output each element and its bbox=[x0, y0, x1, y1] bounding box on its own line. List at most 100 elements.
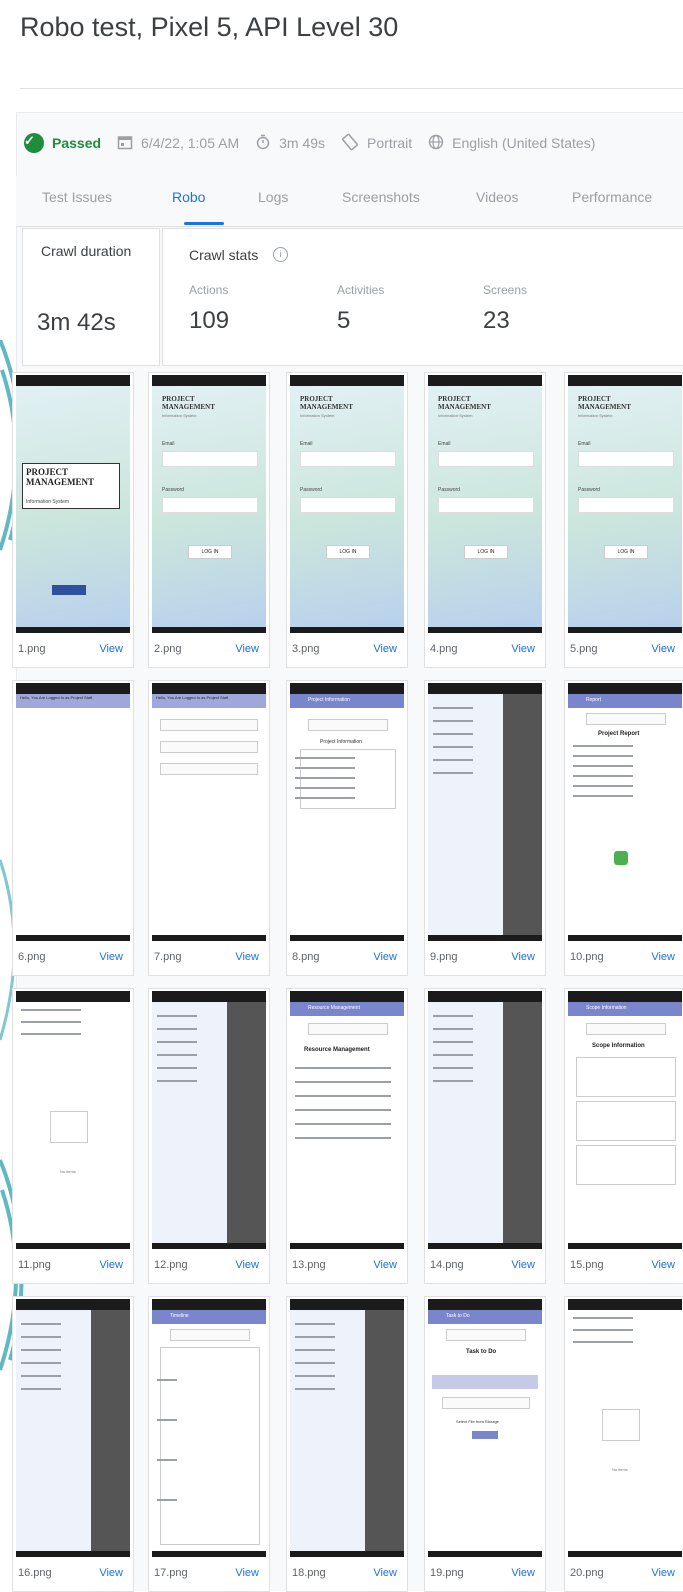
screenshot-image[interactable]: No items bbox=[16, 991, 130, 1249]
view-link[interactable]: View bbox=[99, 1259, 123, 1271]
actions-label: Actions bbox=[189, 283, 229, 297]
screenshot-image[interactable]: Resource Management Resource Management bbox=[290, 991, 404, 1249]
calendar-icon bbox=[117, 134, 133, 153]
page-title: Robo test, Pixel 5, API Level 30 bbox=[20, 12, 399, 42]
status-bar: ✓ Passed 6/4/22, 1:05 AM 3m 49s Portrait… bbox=[24, 128, 611, 158]
view-link[interactable]: View bbox=[235, 1567, 259, 1579]
globe-icon bbox=[428, 134, 444, 153]
view-link[interactable]: View bbox=[235, 951, 259, 963]
screenshot-image[interactable]: PROJECT MANAGEMENT Information System Emai… bbox=[428, 375, 542, 633]
view-link[interactable]: View bbox=[373, 951, 397, 963]
screenshot-image[interactable] bbox=[290, 1299, 404, 1557]
screenshot-filename: 19.png bbox=[430, 1567, 464, 1579]
screenshot-image[interactable]: PROJECT MANAGEMENT Information System Emai… bbox=[152, 375, 266, 633]
screens-label: Screens bbox=[483, 283, 528, 297]
crawl-stats-card: Crawl stats i Actions 109 Activities 5 S… bbox=[162, 228, 683, 366]
view-link[interactable]: View bbox=[651, 643, 675, 655]
view-link[interactable]: View bbox=[511, 951, 535, 963]
status-locale: English (United States) bbox=[428, 134, 595, 153]
screenshot-image[interactable]: Project Information Project Information bbox=[290, 683, 404, 941]
screenshot-card[interactable]: 9.png View bbox=[424, 680, 546, 976]
screenshot-card[interactable]: Hello, You Are Logged In as Project Staf… bbox=[148, 680, 270, 976]
screenshot-filename: 15.png bbox=[570, 1259, 604, 1271]
crawl-duration-value: 3m 42s bbox=[37, 309, 116, 336]
screenshot-image[interactable] bbox=[152, 991, 266, 1249]
view-link[interactable]: View bbox=[235, 643, 259, 655]
tab-test-issues[interactable]: Test Issues bbox=[42, 189, 112, 205]
crawl-duration-label: Crawl duration bbox=[41, 243, 132, 259]
screenshot-card[interactable]: Scope Information Scope Information 15.png… bbox=[564, 988, 683, 1284]
view-link[interactable]: View bbox=[99, 951, 123, 963]
screenshot-card[interactable]: Project Information Project Information 8.… bbox=[286, 680, 408, 976]
screenshot-image[interactable]: Hello, You Are Logged In as Project Staf… bbox=[16, 683, 130, 941]
screenshot-filename: 18.png bbox=[292, 1567, 326, 1579]
view-link[interactable]: View bbox=[511, 1259, 535, 1271]
screenshot-filename: 14.png bbox=[430, 1259, 464, 1271]
screenshot-card[interactable]: Hello, You Are Logged In as Project Staf… bbox=[12, 680, 134, 976]
screenshot-image[interactable]: Timeline bbox=[152, 1299, 266, 1557]
active-tab-indicator bbox=[184, 222, 224, 225]
screenshot-card[interactable]: PROJECT MANAGEMENT Information System Emai… bbox=[424, 372, 546, 668]
screenshot-filename: 17.png bbox=[154, 1567, 188, 1579]
screenshot-card[interactable]: Timeline 17.png View bbox=[148, 1296, 270, 1592]
screenshot-card[interactable]: 14.png View bbox=[424, 988, 546, 1284]
screenshot-filename: 1.png bbox=[18, 643, 46, 655]
tab-performance[interactable]: Performance bbox=[572, 189, 652, 205]
screenshot-filename: 9.png bbox=[430, 951, 458, 963]
screenshot-filename: 20.png bbox=[570, 1567, 604, 1579]
screenshot-card[interactable]: PROJECT MANAGEMENT Information System Emai… bbox=[148, 372, 270, 668]
status-duration-text: 3m 49s bbox=[279, 135, 326, 151]
view-link[interactable]: View bbox=[373, 1259, 397, 1271]
status-date-text: 6/4/22, 1:05 AM bbox=[141, 135, 240, 151]
status-result: Passed bbox=[52, 135, 102, 151]
view-link[interactable]: View bbox=[651, 951, 675, 963]
screenshot-filename: 5.png bbox=[570, 643, 598, 655]
tab-logs[interactable]: Logs bbox=[258, 189, 288, 205]
screenshot-image[interactable]: PROJECT MANAGEMENT Information System Emai… bbox=[568, 375, 682, 633]
screenshot-card[interactable]: No items 11.png View bbox=[12, 988, 134, 1284]
screenshot-card[interactable]: Task to Do Task to Do Select File from Sto… bbox=[424, 1296, 546, 1592]
tab-screenshots[interactable]: Screenshots bbox=[342, 189, 420, 205]
view-link[interactable]: View bbox=[511, 1567, 535, 1579]
screenshot-image[interactable] bbox=[428, 683, 542, 941]
activities-value: 5 bbox=[337, 307, 351, 334]
screens-value: 23 bbox=[483, 307, 510, 334]
crawl-stats-label: Crawl stats bbox=[189, 247, 259, 263]
result-tabs: Test Issues Robo Logs Screenshots Videos… bbox=[16, 176, 683, 227]
screenshot-image[interactable]: PROJECT MANAGEMENT Information System Emai… bbox=[290, 375, 404, 633]
screenshot-image[interactable] bbox=[428, 991, 542, 1249]
screenshot-image[interactable]: Task to Do Task to Do Select File from Sto… bbox=[428, 1299, 542, 1557]
view-link[interactable]: View bbox=[99, 1567, 123, 1579]
screenshot-filename: 8.png bbox=[292, 951, 320, 963]
view-link[interactable]: View bbox=[651, 1259, 675, 1271]
screenshot-card[interactable]: PROJECT MANAGEMENT Information System 1.pn… bbox=[12, 372, 134, 668]
screenshot-image[interactable]: PROJECT MANAGEMENT Information System bbox=[16, 375, 130, 633]
screenshot-image[interactable]: Hello, You Are Logged In as Project Staf… bbox=[152, 683, 266, 941]
header-divider bbox=[20, 88, 683, 89]
view-link[interactable]: View bbox=[511, 643, 535, 655]
view-link[interactable]: View bbox=[373, 643, 397, 655]
screenshot-image[interactable]: Report Project Report bbox=[568, 683, 682, 941]
status-locale-text: English (United States) bbox=[452, 135, 596, 151]
tab-robo[interactable]: Robo bbox=[172, 189, 205, 205]
check-circle-icon: ✓ bbox=[24, 133, 44, 153]
screenshot-card[interactable]: No items 20.png View bbox=[564, 1296, 683, 1592]
screenshot-card[interactable]: PROJECT MANAGEMENT Information System Emai… bbox=[286, 372, 408, 668]
screenshot-image[interactable]: Scope Information Scope Information bbox=[568, 991, 682, 1249]
screenshot-card[interactable]: 16.png View bbox=[12, 1296, 134, 1592]
status-duration: 3m 49s bbox=[255, 134, 325, 153]
screenshot-card[interactable]: Report Project Report 10.png View bbox=[564, 680, 683, 976]
view-link[interactable]: View bbox=[373, 1567, 397, 1579]
screenshot-card[interactable]: Resource Management Resource Management 13… bbox=[286, 988, 408, 1284]
view-link[interactable]: View bbox=[651, 1567, 675, 1579]
info-icon[interactable]: i bbox=[273, 247, 288, 262]
view-link[interactable]: View bbox=[235, 1259, 259, 1271]
screenshot-image[interactable] bbox=[16, 1299, 130, 1557]
screenshot-card[interactable]: 18.png View bbox=[286, 1296, 408, 1592]
screenshot-card[interactable]: 12.png View bbox=[148, 988, 270, 1284]
screenshot-image[interactable]: No items bbox=[568, 1299, 682, 1557]
tab-videos[interactable]: Videos bbox=[476, 189, 519, 205]
screenshot-card[interactable]: PROJECT MANAGEMENT Information System Emai… bbox=[564, 372, 683, 668]
view-link[interactable]: View bbox=[99, 643, 123, 655]
status-passed: ✓ Passed bbox=[24, 133, 101, 153]
